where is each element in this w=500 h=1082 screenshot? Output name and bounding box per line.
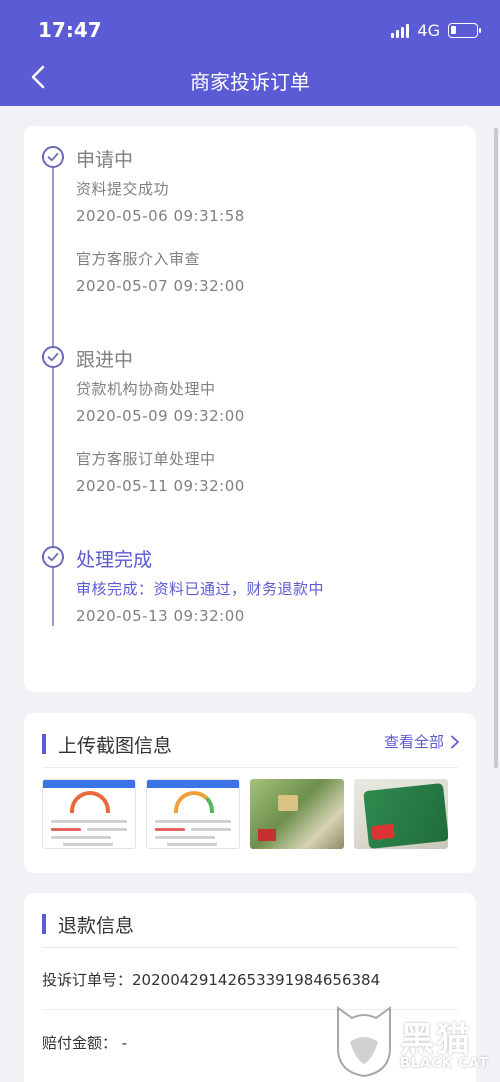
section-accent-bar	[42, 914, 46, 934]
order-number-row: 投诉订单号：20200429142653391984656384	[42, 969, 380, 990]
chevron-right-icon	[451, 735, 459, 748]
app-header: 17:47 4G 商家投诉订单	[0, 0, 500, 106]
section-header: 上传截图信息	[42, 731, 172, 757]
stage-entry-text: 官方客服订单处理中	[76, 450, 216, 468]
stage-title: 跟进中	[76, 349, 134, 371]
stage-title: 申请中	[76, 149, 134, 171]
stage-entry-text: 审核完成：资料已通过，财务退款中	[76, 580, 325, 598]
compensation-row: 赔付金额： -	[42, 1032, 127, 1053]
compensation-label: 赔付金额：	[42, 1034, 118, 1052]
screenshot-thumbnails	[42, 779, 448, 849]
stage-entry-time: 2020-05-07 09:32:00	[76, 277, 245, 295]
watermark-text: 黑猫	[400, 1020, 472, 1060]
stage-title: 处理完成	[76, 549, 153, 571]
section-title: 退款信息	[58, 914, 135, 937]
cat-logo-icon	[337, 1006, 391, 1078]
progress-timeline-card: 申请中 资料提交成功 2020-05-06 09:31:58 官方客服介入审查 …	[24, 126, 476, 692]
stage-entry-text: 资料提交成功	[76, 180, 170, 198]
check-circle-icon	[42, 346, 64, 368]
status-indicators: 4G	[391, 18, 481, 42]
blackcat-watermark: 黑猫 BLACK CAT	[332, 1002, 492, 1080]
signal-icon	[391, 22, 410, 38]
view-all-link[interactable]: 查看全部	[384, 731, 460, 752]
divider	[42, 947, 458, 948]
battery-icon	[448, 22, 481, 38]
stage-entry-text: 贷款机构协商处理中	[76, 380, 216, 398]
section-header: 退款信息	[42, 911, 134, 937]
screenshot-thumbnail[interactable]	[146, 779, 240, 849]
stage-entry-time: 2020-05-11 09:32:00	[76, 477, 245, 495]
order-number-label: 投诉订单号：	[42, 971, 133, 989]
order-number-value: 20200429142653391984656384	[132, 971, 381, 989]
photo-thumbnail[interactable]	[354, 779, 448, 849]
section-title: 上传截图信息	[58, 734, 173, 757]
timeline-connector	[52, 164, 54, 352]
scrollbar[interactable]	[494, 128, 498, 768]
check-circle-icon	[42, 546, 64, 568]
upload-screenshots-card: 上传截图信息 查看全部	[24, 713, 476, 873]
section-accent-bar	[42, 734, 46, 754]
stage-entry-text: 官方客服介入审查	[76, 250, 201, 268]
network-type: 4G	[417, 20, 440, 40]
watermark-subtext: BLACK CAT	[400, 1056, 489, 1071]
status-time: 17:47	[38, 18, 102, 42]
check-circle-icon	[42, 146, 64, 168]
stage-entry-time: 2020-05-13 09:32:00	[76, 607, 245, 625]
compensation-value: -	[121, 1034, 128, 1052]
page-title: 商家投诉订单	[190, 70, 310, 94]
view-all-label: 查看全部	[383, 733, 444, 751]
stage-entry-time: 2020-05-09 09:32:00	[76, 407, 245, 425]
screenshot-thumbnail[interactable]	[42, 779, 136, 849]
divider	[42, 767, 458, 768]
stage-entry-time: 2020-05-06 09:31:58	[76, 207, 245, 225]
timeline-connector	[52, 568, 54, 626]
photo-thumbnail[interactable]	[250, 779, 344, 849]
timeline-connector	[52, 366, 54, 554]
